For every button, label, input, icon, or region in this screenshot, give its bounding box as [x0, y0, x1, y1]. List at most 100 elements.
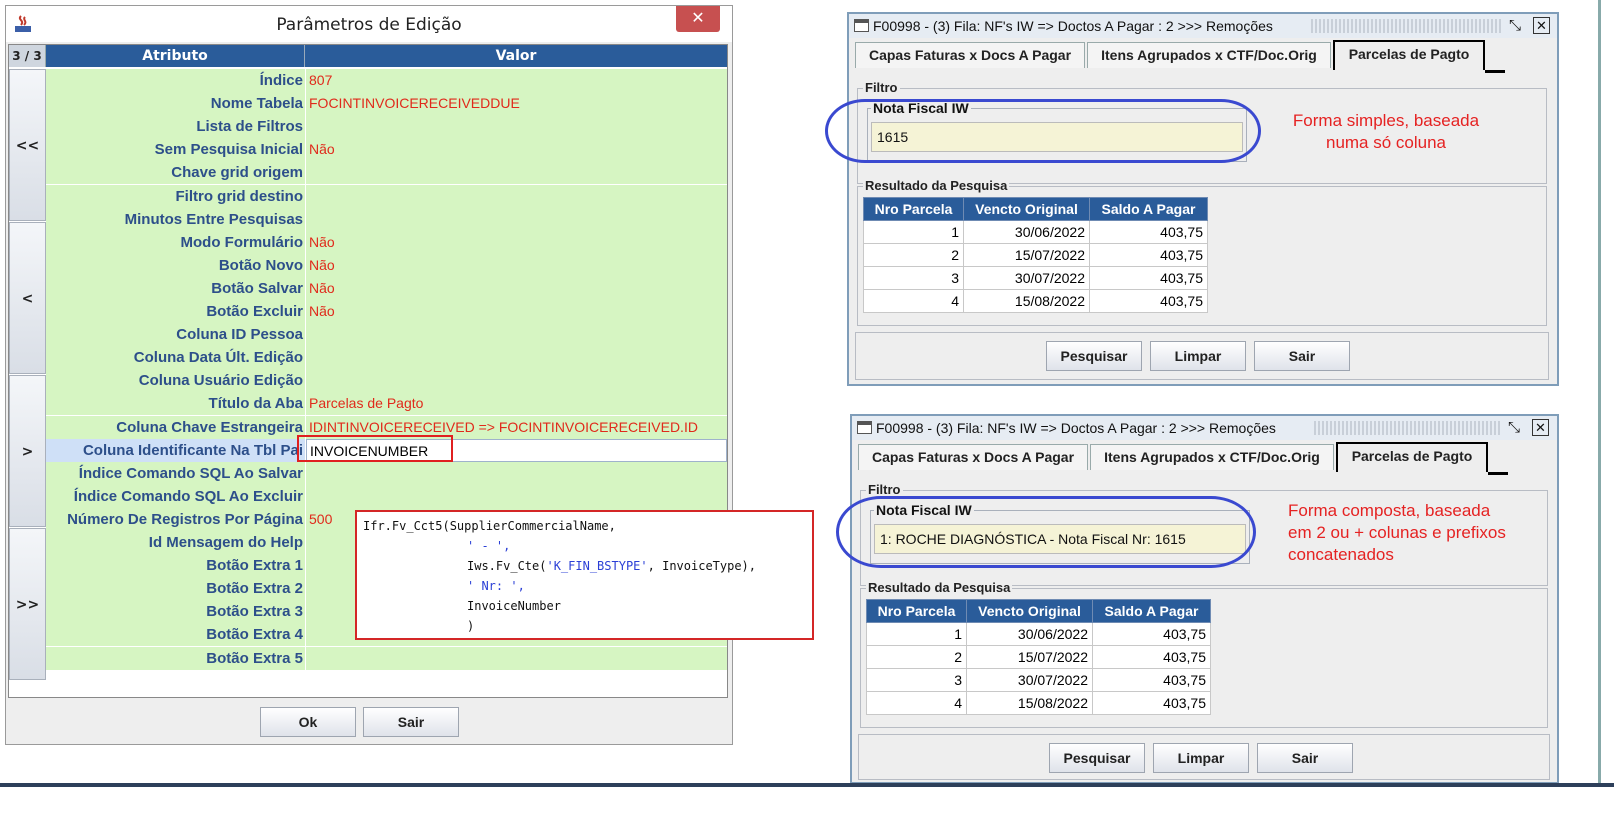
attribute-row[interactable]: Índice 807	[46, 69, 727, 92]
payment-installments-window-composite: F00998 - (3) Fila: NF's IW => Doctos A P…	[836, 414, 1559, 784]
attribute-row[interactable]: Sem Pesquisa Inicial Não	[46, 138, 727, 162]
table-row[interactable]: 4 15/08/2022 403,75	[863, 289, 1208, 313]
table-row[interactable]: 1 30/06/2022 403,75	[863, 220, 1208, 244]
column-header[interactable]: Nro Parcela	[863, 197, 964, 221]
attribute-row[interactable]: Botão Excluir Não	[46, 300, 727, 323]
attribute-name: Índice Comando SQL Ao Excluir	[46, 484, 305, 508]
attribute-name: Botão Salvar	[46, 276, 305, 300]
table-row[interactable]: 3 30/07/2022 403,75	[866, 668, 1211, 692]
attribute-value[interactable]: FOCINTINVOICERECEIVEDDUE	[306, 92, 727, 116]
attribute-name: Coluna Identificante Na Tbl Pai	[46, 438, 305, 462]
tab-grouped-items[interactable]: Itens Agrupados x CTF/Doc.Orig	[1090, 444, 1334, 470]
table-cell: 2	[866, 645, 967, 669]
search-button[interactable]: Pesquisar	[1046, 341, 1142, 371]
attribute-row[interactable]: Lista de Filtros	[46, 115, 727, 139]
attribute-value[interactable]	[306, 323, 727, 347]
attribute-value[interactable]	[306, 461, 727, 485]
attribute-row[interactable]: Índice Comando SQL Ao Salvar	[46, 461, 727, 485]
next-page-button[interactable]: >	[9, 375, 46, 527]
tab-invoice-covers[interactable]: Capas Faturas x Docs A Pagar	[855, 42, 1085, 68]
close-icon[interactable]: ✕	[1532, 419, 1549, 436]
column-header[interactable]: Saldo A Pagar	[1089, 197, 1208, 221]
clear-button[interactable]: Limpar	[1153, 743, 1249, 773]
pin-icon[interactable]: ⤡	[1505, 14, 1525, 38]
table-row[interactable]: 1 30/06/2022 403,75	[866, 622, 1211, 646]
attribute-row[interactable]: Botão Extra 5	[46, 646, 727, 670]
attribute-value[interactable]	[306, 207, 727, 231]
attribute-row[interactable]: Minutos Entre Pesquisas	[46, 207, 727, 231]
previous-page-button[interactable]: <	[9, 222, 46, 374]
exit-button[interactable]: Sair	[1257, 743, 1353, 773]
attribute-value[interactable]: Parcelas de Pagto	[306, 392, 727, 416]
attribute-value[interactable]	[306, 369, 727, 393]
table-cell: 403,75	[1092, 668, 1211, 692]
attribute-row[interactable]: Coluna Usuário Edição	[46, 369, 727, 393]
tab-payment-installments[interactable]: Parcelas de Pagto	[1333, 40, 1485, 70]
attribute-row[interactable]: Chave grid origem	[46, 161, 727, 185]
column-header-value[interactable]: Valor	[305, 45, 727, 67]
attribute-name: Filtro grid destino	[46, 184, 305, 208]
column-header[interactable]: Vencto Original	[966, 599, 1093, 623]
attribute-name: Minutos Entre Pesquisas	[46, 207, 305, 231]
exit-button[interactable]: Sair	[363, 707, 459, 737]
table-cell: 403,75	[1092, 645, 1211, 669]
clear-button[interactable]: Limpar	[1150, 341, 1246, 371]
attribute-row[interactable]: Filtro grid destino	[46, 184, 727, 208]
attribute-value[interactable]	[306, 646, 727, 670]
attribute-value[interactable]: Não	[306, 138, 727, 162]
attribute-row[interactable]: Botão Novo Não	[46, 253, 727, 277]
search-button[interactable]: Pesquisar	[1049, 743, 1145, 773]
attribute-value[interactable]	[306, 184, 727, 208]
tab-grouped-items[interactable]: Itens Agrupados x CTF/Doc.Orig	[1087, 42, 1331, 68]
last-page-button[interactable]: >>	[9, 528, 46, 680]
tab-payment-installments[interactable]: Parcelas de Pagto	[1336, 442, 1488, 472]
table-cell: 403,75	[1092, 691, 1211, 715]
table-row[interactable]: 2 15/07/2022 403,75	[863, 243, 1208, 267]
highlight-box	[297, 435, 453, 462]
code-line-text: Iws.Fv_Cte('K_FIN_BSTYPE', InvoiceType),	[467, 559, 757, 573]
close-icon[interactable]: ✕	[1533, 17, 1550, 34]
attribute-value[interactable]	[306, 161, 727, 185]
first-page-button[interactable]: <<	[9, 69, 46, 221]
highlight-ellipse	[836, 496, 1256, 568]
attribute-value[interactable]	[306, 484, 727, 508]
attribute-value[interactable]	[306, 346, 727, 370]
column-header[interactable]: Nro Parcela	[866, 599, 967, 623]
attribute-row[interactable]: Botão Salvar Não	[46, 276, 727, 300]
attribute-row[interactable]: Índice Comando SQL Ao Excluir	[46, 484, 727, 508]
table-cell: 30/06/2022	[963, 220, 1090, 244]
close-button[interactable]: ✕	[676, 6, 720, 32]
table-cell: 30/07/2022	[963, 266, 1090, 290]
results-legend: Resultado da Pesquisa	[863, 178, 1010, 193]
payment-installments-window-simple: F00998 - (3) Fila: NF's IW => Doctos A P…	[825, 12, 1559, 386]
table-row[interactable]: 3 30/07/2022 403,75	[863, 266, 1208, 290]
attribute-row[interactable]: Coluna Data Últ. Edição	[46, 346, 727, 370]
ok-button[interactable]: Ok	[260, 707, 356, 737]
results-table: Nro Parcela Vencto Original Saldo A Pagar 1…	[863, 197, 1208, 313]
exit-button[interactable]: Sair	[1254, 341, 1350, 371]
column-header[interactable]: Vencto Original	[963, 197, 1090, 221]
attribute-row[interactable]: Modo Formulário Não	[46, 230, 727, 254]
window-title-bar: F00998 - (3) Fila: NF's IW => Doctos A P…	[852, 416, 1557, 440]
table-cell: 15/08/2022	[966, 691, 1093, 715]
table-cell: 30/07/2022	[966, 668, 1093, 692]
attribute-value[interactable]	[306, 115, 727, 139]
attribute-value[interactable]: 807	[306, 69, 727, 92]
pin-icon[interactable]: ⤡	[1504, 416, 1524, 440]
code-line: ' - ',	[467, 539, 511, 553]
attribute-value[interactable]: Não	[306, 276, 727, 300]
attribute-value[interactable]: Não	[306, 230, 727, 254]
attribute-row[interactable]: Título da Aba Parcelas de Pagto	[46, 392, 727, 416]
table-row[interactable]: 4 15/08/2022 403,75	[866, 691, 1211, 715]
column-header[interactable]: Saldo A Pagar	[1092, 599, 1211, 623]
code-callout: Ifr.Fv_Cct5(SupplierCommercialName, ' - …	[355, 510, 814, 640]
attribute-row[interactable]: Nome Tabela FOCINTINVOICERECEIVEDDUE	[46, 92, 727, 116]
table-row[interactable]: 2 15/07/2022 403,75	[866, 645, 1211, 669]
column-header-attribute[interactable]: Atributo	[46, 45, 305, 67]
attribute-value[interactable]: Não	[306, 300, 727, 323]
tab-underline	[1488, 472, 1508, 475]
attribute-value[interactable]: Não	[306, 253, 727, 277]
results-table: Nro Parcela Vencto Original Saldo A Pagar 1…	[866, 599, 1211, 715]
attribute-row[interactable]: Coluna ID Pessoa	[46, 323, 727, 347]
tab-invoice-covers[interactable]: Capas Faturas x Docs A Pagar	[858, 444, 1088, 470]
